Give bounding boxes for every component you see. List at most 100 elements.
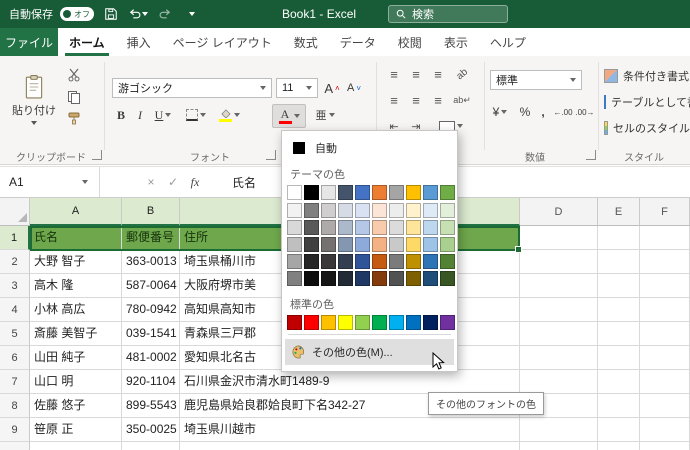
cell[interactable] — [640, 442, 690, 450]
color-swatch[interactable] — [423, 203, 438, 218]
color-swatch[interactable] — [440, 237, 455, 252]
cell[interactable] — [180, 442, 520, 450]
comma-style-button[interactable]: , — [536, 102, 550, 122]
conditional-formatting-button[interactable]: 条件付き書式 — [604, 66, 690, 86]
color-swatch[interactable] — [423, 237, 438, 252]
cell[interactable] — [640, 394, 690, 418]
color-swatch[interactable] — [355, 237, 370, 252]
decrease-decimal-button[interactable]: .00→ — [574, 102, 596, 122]
save-button[interactable] — [101, 4, 121, 24]
cell[interactable]: 481-0002 — [122, 346, 180, 370]
phonetic-button[interactable]: 亜 — [310, 104, 340, 126]
cell[interactable] — [520, 322, 598, 346]
cell[interactable] — [30, 442, 122, 450]
redo-button[interactable] — [155, 4, 175, 24]
color-swatch[interactable] — [287, 237, 302, 252]
color-swatch[interactable] — [355, 220, 370, 235]
tab-view[interactable]: 表示 — [433, 28, 479, 56]
tab-file[interactable]: ファイル — [0, 28, 58, 56]
color-swatch[interactable] — [389, 271, 404, 286]
paste-button[interactable]: 貼り付け — [8, 62, 60, 138]
percent-style-button[interactable]: % — [516, 102, 534, 122]
increase-decimal-button[interactable]: ←.00 — [552, 102, 574, 122]
cell[interactable]: 920-1104 — [122, 370, 180, 394]
column-header-f[interactable]: F — [640, 198, 690, 226]
row-header[interactable]: 3 — [0, 274, 30, 298]
copy-button[interactable] — [64, 88, 84, 106]
align-top-button[interactable]: ≡ — [384, 64, 404, 84]
menu-item-more-colors[interactable]: その他の色(M)... — [285, 339, 454, 365]
row-header[interactable]: 4 — [0, 298, 30, 322]
tab-home[interactable]: ホーム — [58, 28, 116, 56]
cell[interactable]: 小林 高広 — [30, 298, 122, 322]
dialog-launcher-icon[interactable] — [266, 150, 276, 160]
customize-toolbar-button[interactable] — [182, 4, 202, 24]
color-swatch[interactable] — [321, 254, 336, 269]
color-swatch[interactable] — [287, 315, 302, 330]
color-swatch[interactable] — [389, 315, 404, 330]
undo-button[interactable] — [128, 4, 148, 24]
cell[interactable] — [520, 418, 598, 442]
insert-function-button[interactable]: fx — [184, 175, 206, 190]
color-swatch[interactable] — [440, 254, 455, 269]
color-swatch[interactable] — [321, 271, 336, 286]
cut-button[interactable] — [64, 66, 84, 84]
tab-page-layout[interactable]: ページ レイアウト — [162, 28, 283, 56]
cell[interactable]: 899-5543 — [122, 394, 180, 418]
color-swatch[interactable] — [406, 220, 421, 235]
format-painter-button[interactable] — [64, 110, 84, 128]
color-swatch[interactable] — [338, 315, 353, 330]
row-header[interactable]: 8 — [0, 394, 30, 418]
color-swatch[interactable] — [440, 315, 455, 330]
cell[interactable] — [520, 370, 598, 394]
cell[interactable]: 氏名 — [30, 226, 122, 250]
align-bottom-button[interactable]: ≡ — [428, 64, 448, 84]
cell[interactable] — [598, 442, 640, 450]
color-swatch[interactable] — [440, 271, 455, 286]
bold-button[interactable]: B — [112, 104, 130, 126]
cell[interactable]: 笹原 正 — [30, 418, 122, 442]
cell[interactable] — [640, 250, 690, 274]
currency-button[interactable]: ¥ — [488, 102, 512, 122]
color-swatch[interactable] — [355, 254, 370, 269]
cell[interactable] — [640, 298, 690, 322]
dialog-launcher-icon[interactable] — [92, 150, 102, 160]
color-swatch[interactable] — [389, 237, 404, 252]
cell[interactable] — [640, 226, 690, 250]
tab-formulas[interactable]: 数式 — [283, 28, 329, 56]
cell[interactable] — [598, 298, 640, 322]
color-swatch[interactable] — [304, 315, 319, 330]
italic-button[interactable]: I — [132, 104, 148, 126]
row-header[interactable] — [0, 442, 30, 450]
tab-help[interactable]: ヘルプ — [479, 28, 537, 56]
color-swatch[interactable] — [321, 185, 336, 200]
color-swatch[interactable] — [372, 237, 387, 252]
color-swatch[interactable] — [321, 237, 336, 252]
grow-font-button[interactable]: A ˄ — [322, 78, 342, 98]
fill-handle[interactable] — [515, 246, 522, 253]
color-swatch[interactable] — [321, 220, 336, 235]
cell[interactable]: 佐藤 悠子 — [30, 394, 122, 418]
cell[interactable] — [520, 346, 598, 370]
align-center-button[interactable]: ≡ — [406, 90, 426, 110]
row-header[interactable]: 1 — [0, 226, 30, 250]
cell[interactable] — [520, 442, 598, 450]
color-swatch[interactable] — [355, 185, 370, 200]
cell[interactable] — [598, 274, 640, 298]
color-swatch[interactable] — [389, 185, 404, 200]
font-color-button[interactable]: A — [272, 104, 306, 128]
color-swatch[interactable] — [304, 203, 319, 218]
underline-button[interactable]: U — [150, 104, 176, 126]
search-box[interactable]: 検索 — [388, 5, 508, 23]
cell[interactable] — [520, 274, 598, 298]
cell[interactable] — [598, 370, 640, 394]
color-swatch[interactable] — [355, 203, 370, 218]
cell[interactable] — [598, 394, 640, 418]
color-swatch[interactable] — [287, 185, 302, 200]
color-swatch[interactable] — [304, 185, 319, 200]
select-all-corner[interactable] — [0, 198, 30, 226]
cancel-button[interactable]: × — [140, 175, 162, 189]
color-swatch[interactable] — [372, 203, 387, 218]
menu-item-automatic[interactable]: 自動 — [282, 135, 457, 161]
color-swatch[interactable] — [423, 185, 438, 200]
